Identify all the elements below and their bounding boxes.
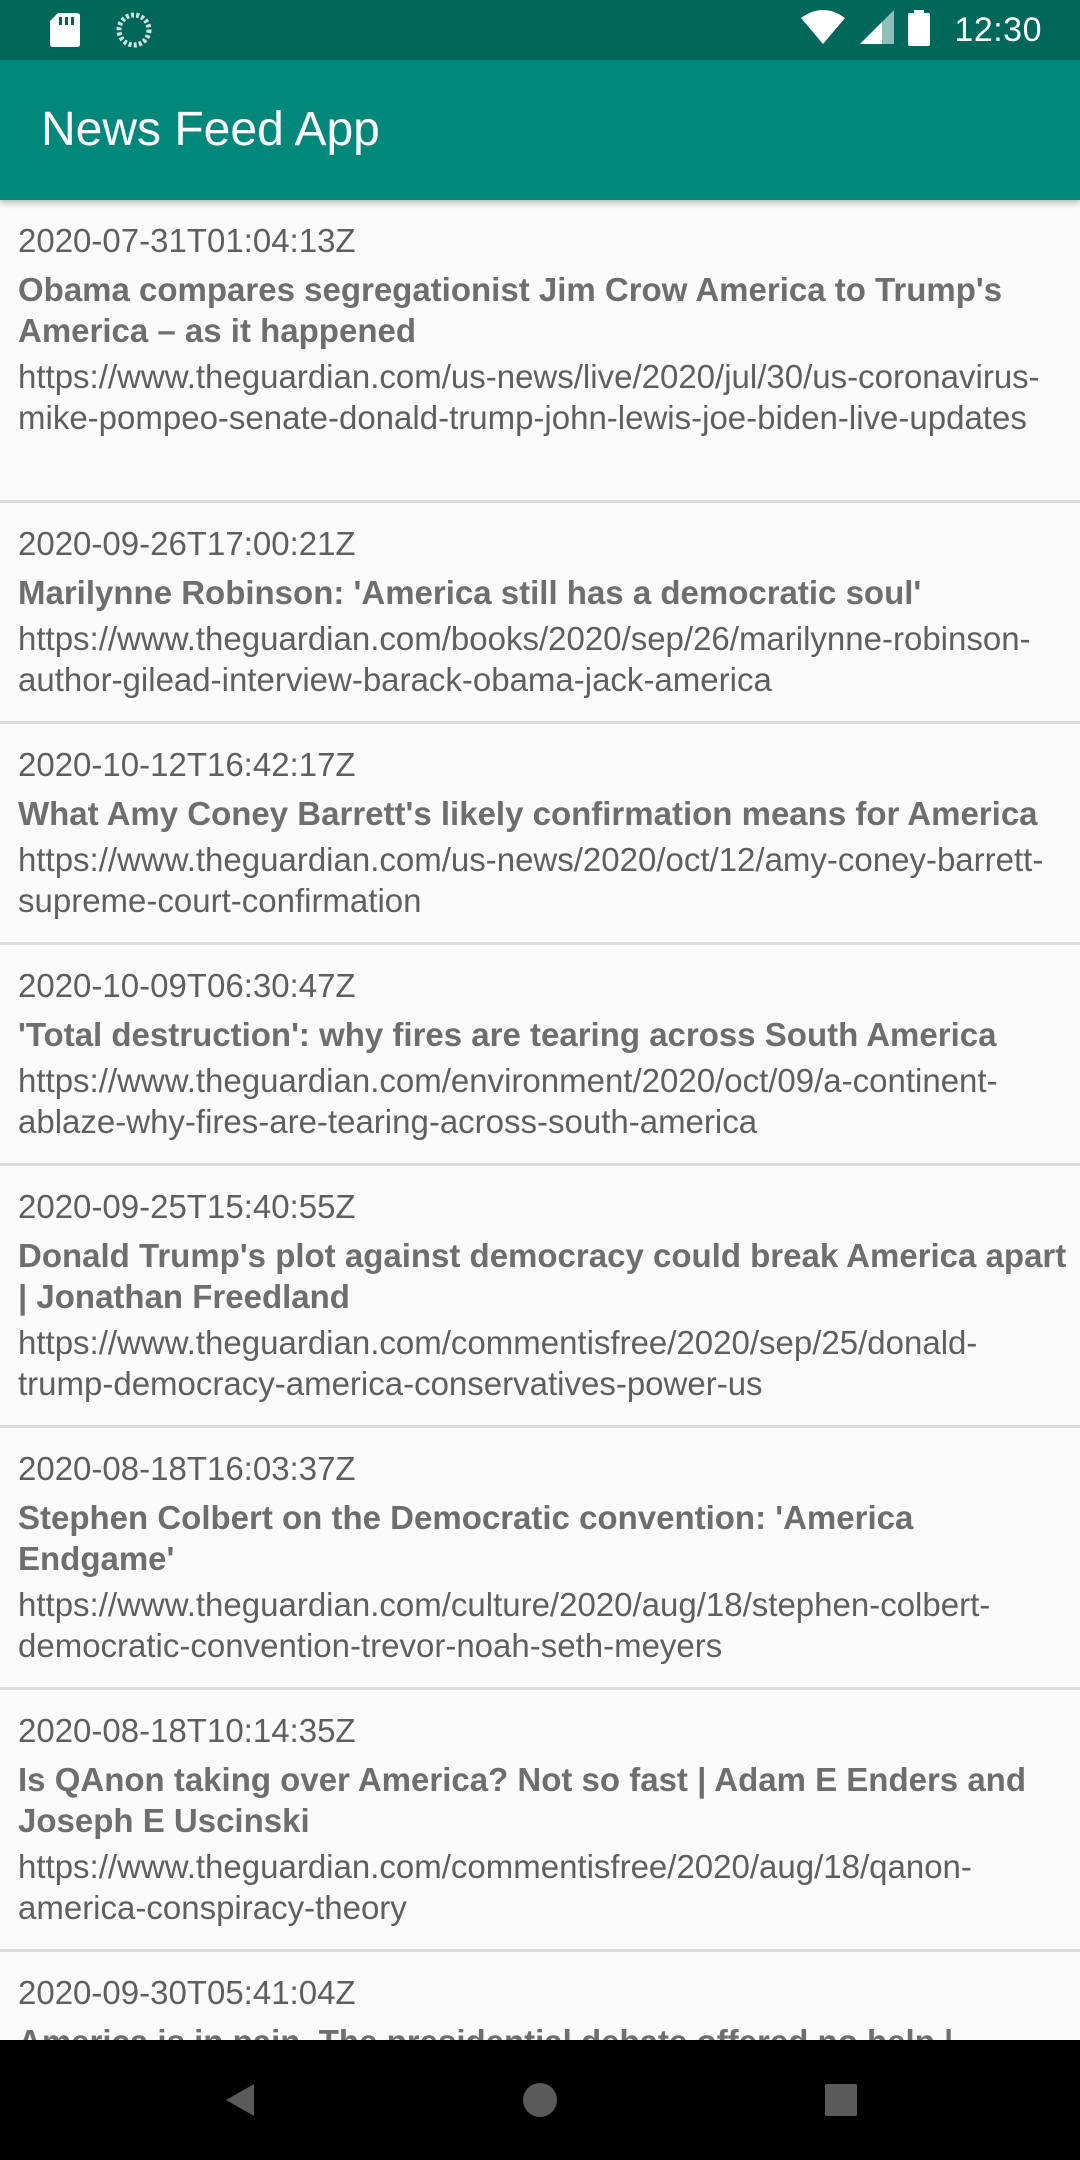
wifi-icon bbox=[800, 9, 846, 51]
news-date: 2020-10-12T16:42:17Z bbox=[18, 746, 356, 783]
back-icon[interactable] bbox=[220, 2080, 260, 2120]
status-bar: 12:30 bbox=[0, 0, 1080, 60]
app-title: News Feed App bbox=[41, 103, 380, 156]
recents-icon[interactable] bbox=[821, 2080, 861, 2120]
news-url: https://www.theguardian.com/books/2020/s… bbox=[18, 620, 1031, 698]
news-title: America is in pain. The presidential deb… bbox=[18, 2021, 1068, 2040]
battery-icon bbox=[908, 9, 931, 51]
news-date: 2020-07-31T01:04:13Z bbox=[18, 222, 356, 259]
news-url: https://www.theguardian.com/commentisfre… bbox=[18, 1324, 978, 1402]
news-title: Obama compares segregationist Jim Crow A… bbox=[18, 271, 1003, 349]
news-item[interactable]: 2020-08-18T16:03:37Z Stephen Colbert on … bbox=[0, 1428, 1080, 1690]
status-clock: 12:30 bbox=[954, 10, 1042, 49]
news-date: 2020-08-18T10:14:35Z bbox=[18, 1712, 356, 1749]
news-date: 2020-10-09T06:30:47Z bbox=[18, 967, 356, 1004]
home-icon[interactable] bbox=[520, 2080, 560, 2120]
news-date: 2020-09-26T17:00:21Z bbox=[18, 525, 356, 562]
news-item[interactable]: 2020-09-30T05:41:04Z America is in pain.… bbox=[0, 1952, 1080, 2040]
news-title: 'Total destruction': why fires are teari… bbox=[18, 1016, 997, 1053]
news-date: 2020-08-18T16:03:37Z bbox=[18, 1450, 356, 1487]
news-item[interactable]: 2020-10-12T16:42:17Z What Amy Coney Barr… bbox=[0, 724, 1080, 945]
signal-icon bbox=[860, 9, 895, 51]
news-date: 2020-09-25T15:40:55Z bbox=[18, 1188, 356, 1225]
news-title: Stephen Colbert on the Democratic conven… bbox=[18, 1499, 914, 1577]
news-item[interactable]: 2020-09-26T17:00:21Z Marilynne Robinson:… bbox=[0, 503, 1080, 724]
sync-icon bbox=[116, 12, 152, 48]
news-title: Is QAnon taking over America? Not so fas… bbox=[18, 1761, 1026, 1839]
news-item[interactable]: 2020-09-25T15:40:55Z Donald Trump's plot… bbox=[0, 1166, 1080, 1428]
news-title: Donald Trump's plot against democracy co… bbox=[18, 1237, 1067, 1315]
news-list[interactable]: 2020-07-31T01:04:13Z Obama compares segr… bbox=[0, 200, 1080, 2040]
news-url: https://www.theguardian.com/commentisfre… bbox=[18, 1848, 972, 1926]
news-title: What Amy Coney Barrett's likely confirma… bbox=[18, 795, 1038, 832]
news-item[interactable]: 2020-08-18T10:14:35Z Is QAnon taking ove… bbox=[0, 1690, 1080, 1952]
news-url: https://www.theguardian.com/us-news/2020… bbox=[18, 841, 1044, 919]
news-url: https://www.theguardian.com/us-news/live… bbox=[18, 358, 1040, 436]
app-bar: News Feed App bbox=[0, 60, 1080, 200]
news-url: https://www.theguardian.com/culture/2020… bbox=[18, 1586, 991, 1664]
news-date: 2020-09-30T05:41:04Z bbox=[18, 1974, 356, 2011]
sd-card-icon bbox=[50, 13, 80, 47]
news-title: Marilynne Robinson: 'America still has a… bbox=[18, 574, 922, 611]
news-item[interactable]: 2020-10-09T06:30:47Z 'Total destruction'… bbox=[0, 945, 1080, 1166]
news-url: https://www.theguardian.com/environment/… bbox=[18, 1062, 998, 1140]
news-item[interactable]: 2020-07-31T01:04:13Z Obama compares segr… bbox=[0, 200, 1080, 503]
navigation-bar bbox=[0, 2040, 1080, 2160]
